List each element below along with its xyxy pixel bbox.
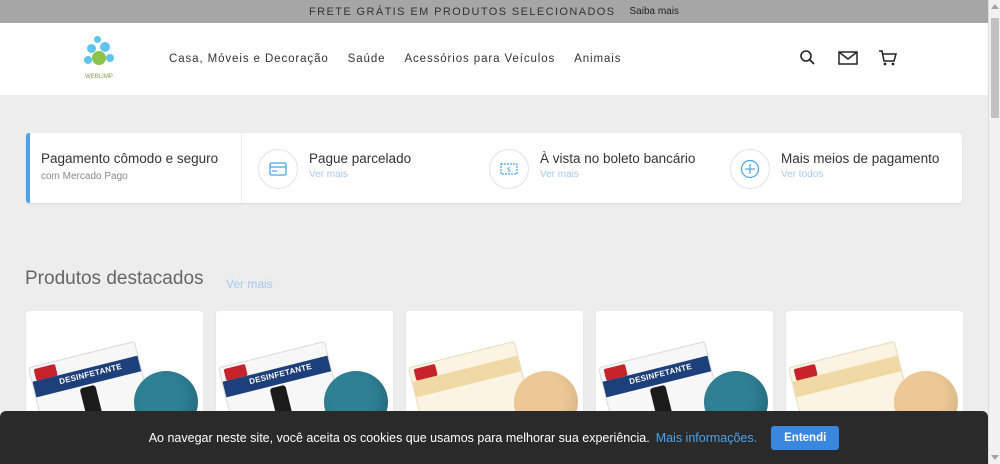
nav-item-casa[interactable]: Casa, Móveis e Decoração: [169, 53, 329, 65]
payment-option-title: Pague parcelado: [309, 151, 412, 166]
cookie-banner: Ao navegar neste site, você aceita os co…: [0, 411, 988, 464]
scroll-up-icon[interactable]: [991, 4, 999, 9]
payment-divider: [241, 133, 242, 203]
mail-icon[interactable]: [838, 49, 858, 67]
nav-item-saude[interactable]: Saúde: [348, 53, 386, 65]
page-scrollbar[interactable]: [988, 0, 1000, 464]
search-icon[interactable]: [798, 49, 818, 67]
payment-intro: Pagamento cômodo e seguro com Mercado Pa…: [41, 151, 218, 182]
payment-option-link[interactable]: Ver mais: [309, 169, 348, 180]
nav-item-acessorios[interactable]: Acessórios para Veículos: [404, 53, 555, 65]
payment-intro-subtitle: com Mercado Pago: [41, 171, 128, 182]
nav-item-animais[interactable]: Animais: [574, 53, 621, 65]
promo-link[interactable]: Saiba mais: [630, 6, 679, 17]
logo-bubbles-icon: [84, 36, 114, 70]
featured-products-title: Produtos destacados: [25, 268, 204, 289]
cookie-accept-button[interactable]: Entendi: [771, 425, 840, 450]
credit-card-icon: [258, 149, 298, 189]
scroll-down-icon[interactable]: [991, 455, 999, 460]
payment-accent: [26, 133, 30, 203]
payment-info-bar: Pagamento cômodo e seguro com Mercado Pa…: [26, 133, 962, 203]
header-actions: [798, 49, 898, 67]
promo-message: FRETE GRÁTIS EM PRODUTOS SELECIONADOS: [309, 5, 616, 18]
cookie-text: Ao navegar neste site, você aceita os co…: [148, 430, 650, 445]
svg-text:$: $: [507, 166, 511, 174]
cart-icon[interactable]: [878, 49, 898, 67]
payment-option-title: À vista no boleto bancário: [540, 151, 696, 166]
payment-option-link[interactable]: Ver mais: [540, 169, 579, 180]
payment-option-link[interactable]: Ver todos: [781, 169, 823, 180]
site-logo[interactable]: WEBLIMP: [82, 36, 116, 84]
main-nav: Casa, Móveis e Decoração Saúde Acessório…: [169, 53, 621, 65]
scrollbar-thumb[interactable]: [991, 18, 999, 118]
payment-option-title: Mais meios de pagamento: [781, 151, 940, 166]
promo-bar: FRETE GRÁTIS EM PRODUTOS SELECIONADOS Sa…: [0, 0, 988, 23]
featured-products-link[interactable]: Ver mais: [226, 277, 273, 291]
payment-intro-title: Pagamento cômodo e seguro: [41, 151, 219, 166]
cash-icon: $: [489, 149, 529, 189]
logo-text: WEBLIMP: [85, 74, 113, 80]
site-header: WEBLIMP Casa, Móveis e Decoração Saúde A…: [0, 23, 988, 95]
plus-icon: [730, 149, 770, 189]
cookie-more-link[interactable]: Mais informações.: [656, 431, 757, 445]
